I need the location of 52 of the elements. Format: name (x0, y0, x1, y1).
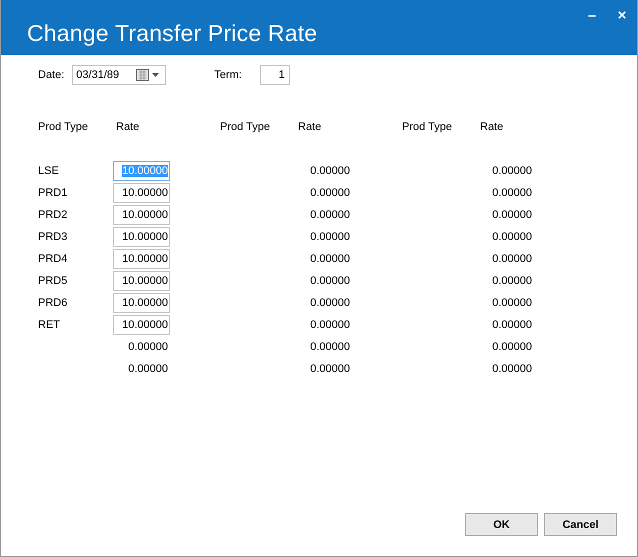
rate-value: 0.00000 (491, 297, 533, 309)
rate-field[interactable]: 10.00000 (113, 315, 170, 335)
rate-value: 0.00000 (309, 319, 351, 331)
rate-value: 0.00000 (491, 341, 533, 353)
column-header: Rate (297, 121, 322, 133)
window-title: Change Transfer Price Rate (27, 20, 318, 47)
date-label: Date: (38, 69, 64, 81)
term-field[interactable]: 1 (260, 65, 290, 85)
column-header: Prod Type (220, 121, 271, 133)
prod-type-label: PRD1 (38, 187, 68, 199)
rate-value: 0.00000 (309, 209, 351, 221)
cancel-button[interactable]: Cancel (544, 513, 617, 536)
close-button[interactable]: × (607, 0, 637, 30)
rate-value: 0.00000 (309, 297, 351, 309)
rate-value: 0.00000 (309, 275, 351, 287)
ok-button[interactable]: OK (465, 513, 538, 536)
rate-field[interactable]: 10.00000 (113, 293, 170, 313)
column-header: Prod Type (38, 121, 89, 133)
rate-value: 0.00000 (491, 231, 533, 243)
column-header: Rate (115, 121, 140, 133)
minimize-button[interactable]: – (577, 0, 607, 30)
rate-value: 0.00000 (309, 231, 351, 243)
rate-value: 0.00000 (309, 187, 351, 199)
rate-value: 0.00000 (491, 187, 533, 199)
rate-field[interactable]: 10.00000 (113, 205, 170, 225)
rate-field[interactable]: 10.00000 (113, 271, 170, 291)
rate-value: 0.00000 (309, 253, 351, 265)
prod-type-label: PRD6 (38, 297, 68, 309)
rate-field[interactable]: 10.00000 (113, 227, 170, 247)
date-field[interactable]: 03/31/89 (72, 65, 166, 85)
rate-value: 0.00000 (127, 341, 169, 353)
prod-type-label: RET (38, 319, 61, 331)
prod-type-label: PRD2 (38, 209, 68, 221)
rate-value: 0.00000 (309, 341, 351, 353)
rate-value: 0.00000 (491, 363, 533, 375)
rate-value: 0.00000 (127, 363, 169, 375)
column-header: Prod Type (402, 121, 453, 133)
column-header: Rate (479, 121, 504, 133)
rate-value: 0.00000 (491, 253, 533, 265)
rate-value: 0.00000 (491, 209, 533, 221)
rate-field[interactable]: 10.00000 (113, 183, 170, 203)
rate-value: 0.00000 (491, 319, 533, 331)
prod-type-label: PRD5 (38, 275, 68, 287)
prod-type-label: LSE (38, 165, 60, 177)
rate-value: 0.00000 (491, 275, 533, 287)
prod-type-label: PRD3 (38, 231, 68, 243)
rate-value: 0.00000 (309, 363, 351, 375)
rate-field[interactable]: 10.00000 (113, 249, 170, 269)
rate-value: 0.00000 (491, 165, 533, 177)
rate-value: 0.00000 (309, 165, 351, 177)
prod-type-label: PRD4 (38, 253, 68, 265)
term-label: Term: (214, 69, 242, 81)
